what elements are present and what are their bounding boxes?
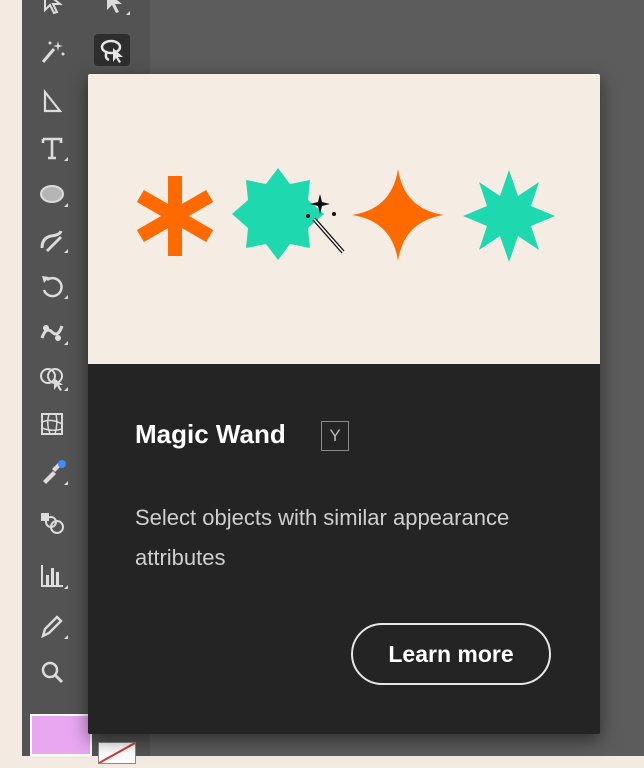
direct-selection-tool[interactable]	[96, 0, 132, 18]
stroke-color-swatch[interactable]	[98, 742, 136, 764]
puppet-warp-tool[interactable]	[34, 316, 70, 348]
eyedropper-icon	[43, 460, 66, 484]
orange-asterisk-shape	[136, 176, 214, 256]
tool-tooltip: Magic Wand Y Select objects with similar…	[88, 74, 600, 734]
lasso-tool[interactable]	[94, 34, 130, 66]
graph-tool[interactable]	[34, 560, 70, 592]
puppet-warp-icon	[40, 325, 64, 341]
magic-wand-icon	[41, 41, 65, 63]
graph-icon	[41, 565, 63, 587]
eyedropper-tool[interactable]	[34, 456, 70, 488]
tooltip-description: Select objects with similar appearance a…	[135, 505, 510, 570]
paintbrush-icon	[40, 230, 63, 252]
type-icon	[41, 137, 63, 160]
shape-builder-tool[interactable]	[34, 362, 70, 394]
pencil-icon	[41, 615, 63, 639]
direct-select-tool-2[interactable]	[34, 86, 70, 118]
rotate-icon	[42, 276, 63, 298]
direct-selection-icon	[43, 88, 63, 113]
shape-builder-icon	[40, 368, 63, 391]
learn-more-button[interactable]: Learn more	[351, 623, 551, 685]
pencil-tool[interactable]	[34, 610, 70, 642]
fill-color-swatch[interactable]	[30, 714, 92, 756]
teal-spiky-star-shape	[463, 170, 555, 262]
ellipse-tool[interactable]	[34, 178, 70, 210]
blend-icon	[41, 513, 64, 534]
orange-sparkle-shape	[352, 169, 444, 261]
teal-star-shape	[232, 168, 324, 260]
mesh-icon	[41, 413, 63, 435]
magic-wand-tool[interactable]	[34, 36, 70, 68]
zoom-icon	[41, 661, 64, 684]
mesh-tool[interactable]	[34, 408, 70, 440]
lasso-icon	[100, 39, 123, 63]
background-pattern	[0, 0, 22, 756]
direct-selection-icon	[107, 0, 122, 13]
ellipse-icon	[40, 185, 64, 203]
selection-icon	[44, 0, 63, 15]
tooltip-title: Magic Wand	[135, 419, 286, 449]
type-tool[interactable]	[34, 132, 70, 164]
shortcut-key-badge: Y	[321, 421, 349, 451]
blend-tool[interactable]	[34, 506, 70, 538]
selection-tool[interactable]	[34, 0, 70, 18]
tooltip-preview-image	[88, 74, 600, 364]
rotate-tool[interactable]	[34, 270, 70, 302]
zoom-tool[interactable]	[34, 656, 70, 688]
paintbrush-tool[interactable]	[34, 224, 70, 256]
